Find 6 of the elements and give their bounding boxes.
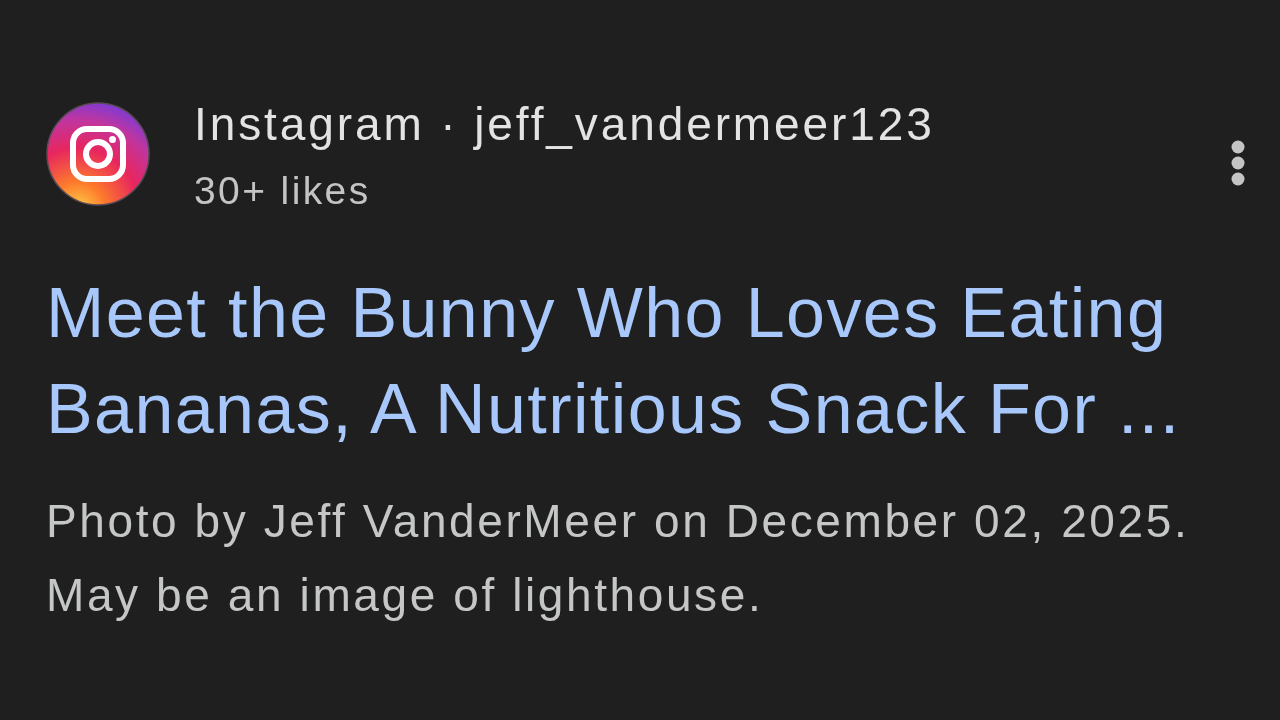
more-vertical-icon xyxy=(1230,140,1246,186)
more-options-button[interactable] xyxy=(1230,140,1246,186)
post-title-link[interactable]: Meet the Bunny Who Loves Eating Bananas, A Nutritious Snack For ... xyxy=(46,265,1236,457)
likes-count: 30+ likes xyxy=(194,169,372,213)
post-description: Photo by Jeff VanderMeer on December 02, 2025. May be an image of lighthouse. xyxy=(46,494,1191,623)
instagram-logo-icon xyxy=(46,102,150,206)
